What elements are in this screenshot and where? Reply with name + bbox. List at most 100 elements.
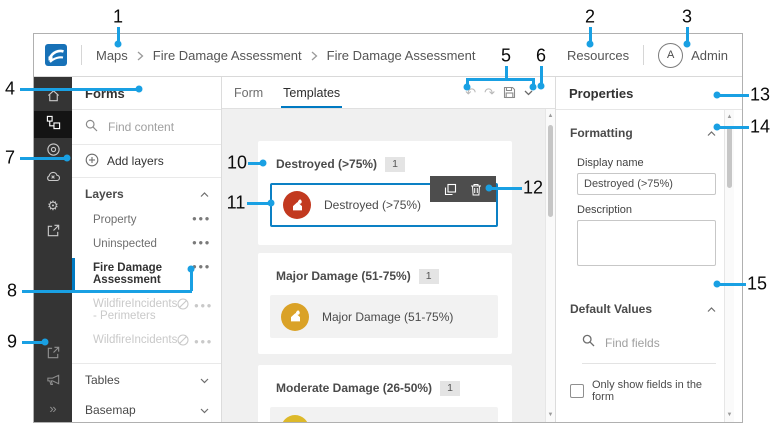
- callout-line: [189, 271, 193, 291]
- layer-menu-icon[interactable]: ●●●: [194, 337, 213, 347]
- callout-dot: [683, 40, 691, 48]
- add-layers-label: Add layers: [107, 154, 164, 168]
- not-editable-icon: [177, 334, 189, 349]
- template-card-label: Destroyed (>75%): [324, 198, 422, 212]
- template-card-major-damage[interactable]: Major Damage (51-75%): [270, 295, 498, 338]
- chevron-right-icon: [311, 51, 318, 61]
- breadcrumb-layer-name[interactable]: Fire Damage Assessment: [327, 48, 476, 63]
- scroll-up-arrow-icon[interactable]: ▲: [546, 113, 555, 119]
- search-icon: [582, 334, 595, 352]
- breadcrumb: Maps Fire Damage Assessment Fire Damage …: [96, 48, 475, 63]
- editor-tabbar: Form Templates ↶ ↷: [222, 77, 555, 109]
- scrollbar-thumb[interactable]: [727, 126, 732, 188]
- callout-dot: [713, 280, 721, 288]
- checkbox[interactable]: [570, 384, 584, 398]
- callout-line: [719, 282, 746, 286]
- nav-open-map-button[interactable]: [34, 341, 72, 368]
- callout-number-2: 2: [584, 6, 596, 27]
- callout-number-7: 7: [4, 147, 16, 168]
- duplicate-icon[interactable]: [444, 183, 457, 196]
- save-icon[interactable]: [503, 86, 516, 99]
- major-damage-symbol-icon: [281, 302, 309, 331]
- chevron-up-icon: [707, 300, 716, 318]
- layer-menu-icon[interactable]: ●●●: [192, 214, 211, 224]
- redo-icon[interactable]: ↷: [484, 86, 495, 99]
- navigation-rail: ⚙ »: [34, 77, 72, 422]
- damage-field-label: Damage: [577, 421, 716, 422]
- user-menu[interactable]: Admin: [691, 48, 728, 63]
- template-group-destroyed: Destroyed (>75%) 1 Destroyed (>75%): [258, 141, 512, 245]
- nav-collapse-button[interactable]: »: [34, 395, 72, 422]
- only-show-fields-option: Only show fields in the form: [570, 379, 716, 403]
- callout-number-13: 13: [749, 84, 771, 105]
- editor-scrollbar[interactable]: ▲ ▼: [545, 109, 555, 422]
- basemap-section-header[interactable]: Basemap: [72, 394, 221, 422]
- callout-number-4: 4: [4, 78, 16, 99]
- layer-menu-icon[interactable]: ●●●: [192, 238, 211, 248]
- callout-number-6: 6: [535, 45, 547, 66]
- layer-item-fire-damage-assessment[interactable]: Fire Damage Assessment ●●●: [72, 256, 221, 292]
- template-count-badge: 1: [385, 156, 406, 172]
- callout-number-8: 8: [6, 280, 18, 301]
- resources-link[interactable]: Resources: [567, 48, 629, 63]
- app-header: Maps Fire Damage Assessment Fire Damage …: [34, 34, 742, 77]
- callout-number-10: 10: [226, 152, 248, 173]
- nav-forms-button[interactable]: [34, 111, 72, 138]
- scroll-down-arrow-icon[interactable]: ▼: [725, 412, 734, 418]
- tab-templates[interactable]: Templates: [281, 77, 343, 108]
- avatar[interactable]: A: [658, 42, 684, 68]
- display-name-input[interactable]: [577, 173, 716, 195]
- nav-sharing-button[interactable]: [34, 219, 72, 246]
- callout-number-11: 11: [226, 192, 246, 213]
- basemap-section-title: Basemap: [85, 403, 136, 417]
- template-group-major-damage: Major Damage (51-75%) 1 Major Damage (51…: [258, 253, 512, 354]
- find-content-input[interactable]: [106, 119, 210, 135]
- template-group-title: Moderate Damage (26-50%): [276, 381, 433, 395]
- callout-number-5: 5: [500, 45, 512, 66]
- layer-menu-icon[interactable]: ●●●: [194, 301, 213, 311]
- scroll-down-arrow-icon[interactable]: ▼: [546, 412, 555, 418]
- default-values-section-header[interactable]: Default Values: [570, 300, 716, 318]
- trash-icon[interactable]: [470, 183, 482, 196]
- callout-dot: [41, 338, 49, 346]
- callout-dot: [135, 85, 143, 93]
- plus-circle-icon: [85, 153, 99, 170]
- layer-item-wildfire-perimeters[interactable]: WildfireIncidents - Perimeters ●●●: [72, 292, 221, 328]
- layer-name: Property: [93, 214, 137, 226]
- layers-section-header[interactable]: Layers: [72, 178, 221, 208]
- share-box-icon: [46, 223, 61, 243]
- nav-feedback-button[interactable]: [34, 368, 72, 395]
- formatting-section-header[interactable]: Formatting: [570, 124, 716, 142]
- callout-number-3: 3: [681, 6, 693, 27]
- scroll-up-arrow-icon[interactable]: ▲: [725, 114, 734, 120]
- nav-offline-button[interactable]: [34, 165, 72, 192]
- template-card-moderate-damage[interactable]: Moderate Damage (26-50%): [270, 407, 498, 422]
- properties-scrollbar[interactable]: ▲ ▼: [724, 110, 734, 422]
- selected-layer-bar: [72, 258, 75, 290]
- callout-line: [116, 27, 120, 41]
- callout-dot: [537, 82, 545, 90]
- description-textarea[interactable]: [577, 220, 716, 266]
- breadcrumb-maps[interactable]: Maps: [96, 48, 128, 63]
- layer-name: Fire Damage Assessment: [93, 262, 163, 286]
- callout-line: [20, 156, 65, 160]
- callout-dot: [713, 123, 721, 131]
- layer-item-uninspected[interactable]: Uninspected ●●●: [72, 232, 221, 256]
- find-fields-input[interactable]: [603, 335, 707, 351]
- scrollbar-thumb[interactable]: [548, 125, 553, 217]
- layer-item-wildfire-incidents[interactable]: WildfireIncidents ●●●: [72, 328, 221, 355]
- add-layers-button[interactable]: Add layers: [72, 145, 221, 178]
- arcgis-logo-icon[interactable]: [45, 44, 67, 66]
- tab-form[interactable]: Form: [234, 77, 263, 108]
- tables-section-header[interactable]: Tables: [72, 364, 221, 394]
- callout-line: [719, 93, 749, 97]
- nav-settings-button[interactable]: ⚙: [34, 192, 72, 219]
- callout-line: [491, 186, 522, 190]
- breadcrumb-map-name[interactable]: Fire Damage Assessment: [153, 48, 302, 63]
- find-content-search: [72, 110, 221, 145]
- layer-item-property[interactable]: Property ●●●: [72, 208, 221, 232]
- template-card-label: Moderate Damage (26-50%): [322, 422, 474, 423]
- checkbox-label: Only show fields in the form: [592, 379, 703, 403]
- template-card-destroyed[interactable]: Destroyed (>75%): [270, 176, 498, 227]
- layer-menu-icon[interactable]: ●●●: [192, 262, 211, 272]
